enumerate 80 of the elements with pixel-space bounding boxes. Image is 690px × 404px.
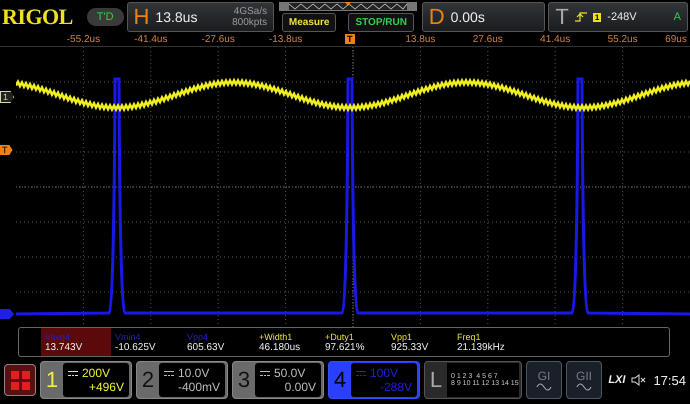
channel-scale: 50.0V <box>274 366 306 380</box>
time-axis-label: 55.2us <box>608 34 638 45</box>
channel-button[interactable]: 1 200V +496V <box>40 361 132 399</box>
channel-number: 3 <box>236 367 252 393</box>
time-axis-label: -41.4us <box>134 34 168 45</box>
trigger-status: T'D <box>86 8 124 26</box>
channel-scale: 100V <box>370 366 398 380</box>
channel-number: 1 <box>44 367 60 393</box>
dc-coupling-icon <box>260 370 270 376</box>
trigger-level-marker: T <box>0 145 12 155</box>
measurement-item[interactable]: Vpp1 925.33V <box>387 328 453 356</box>
generator-button[interactable]: GI <box>526 361 562 399</box>
channel-offset: -400mV <box>176 380 220 394</box>
dc-coupling-icon <box>356 370 366 376</box>
time-axis-label: -55.2us <box>66 34 100 45</box>
channel-offset: -288V <box>378 380 412 394</box>
time-axis-label: 13.8us <box>405 34 436 45</box>
channel-offset: +496V <box>88 380 124 394</box>
trigger-label: T <box>555 4 569 30</box>
channel-scale: 10.0V <box>178 366 210 380</box>
soft-button[interactable]: STOP/RUN <box>348 13 414 32</box>
measurement-name: +Duty1 <box>325 332 355 342</box>
trigger-level: -248V <box>607 11 637 23</box>
trigger-mode: A <box>674 11 681 23</box>
delay-value: 0.00s <box>450 9 485 25</box>
measurement-value: 97.621% <box>325 342 366 352</box>
measurement-value: 925.33V <box>391 342 430 352</box>
generator-button[interactable]: GII <box>566 361 602 399</box>
channel-button[interactable]: 2 10.0V -400mV <box>136 361 228 399</box>
sample-rate: 4GSa/s <box>232 6 268 17</box>
measurement-item[interactable]: Vmin4 -10.625V <box>111 328 183 356</box>
brand-logo: RIGOL <box>2 4 74 30</box>
measurement-item[interactable]: +Width1 46.180us <box>255 328 321 356</box>
memory-depth: 800kpts <box>232 17 268 28</box>
measurement-value: 13.743V <box>45 342 84 352</box>
trigger-position-marker: T <box>345 34 354 44</box>
timebase-value: 13.8us <box>155 9 198 25</box>
measurement-name: Freq1 <box>457 332 482 342</box>
lxi-label: LXI <box>608 374 626 386</box>
channel-number: 4 <box>332 367 348 393</box>
measurement-value: 46.180us <box>259 342 302 352</box>
sine-wave-icon <box>576 383 592 391</box>
channel-marker: 1 <box>0 91 14 103</box>
measurement-name: Vavg4 <box>45 332 71 342</box>
measurement-name: Vpp1 <box>391 332 414 342</box>
measurement-item[interactable]: +Duty1 97.621% <box>321 328 387 356</box>
measurement-name: +Width1 <box>259 332 294 342</box>
measurement-item[interactable]: Vpp4 605.63V <box>183 328 255 356</box>
speaker-muted-icon[interactable] <box>631 374 648 386</box>
measurement-value: 21.139kHz <box>457 342 506 352</box>
rising-edge-icon <box>574 12 587 22</box>
menu-button[interactable] <box>4 364 36 396</box>
clock: 17:54 <box>653 372 686 388</box>
channel-button[interactable]: 3 50.0V 0.00V <box>232 361 324 399</box>
time-axis-label: 69us <box>665 34 687 45</box>
measurement-name: Vmin4 <box>115 332 142 342</box>
trigger-source: 1 <box>592 12 602 22</box>
dc-coupling-icon <box>68 370 78 376</box>
sine-wave-icon <box>536 383 552 391</box>
measurement-value: -10.625V <box>115 342 157 352</box>
channel-scale: 200V <box>82 366 110 380</box>
channel-offset: 0.00V <box>284 380 316 394</box>
delay-label: D <box>428 4 445 30</box>
time-axis-label: 27.6us <box>472 34 503 45</box>
measurement-name: Vpp4 <box>187 332 210 342</box>
time-axis-label: -13.8us <box>268 34 302 45</box>
time-axis-label: 41.4us <box>540 34 570 45</box>
channel-number: 2 <box>140 367 156 393</box>
dc-coupling-icon <box>164 370 174 376</box>
channel-marker <box>0 309 14 319</box>
soft-button[interactable]: Measure <box>282 13 336 32</box>
trigger-panel[interactable]: T 1 -248V A <box>548 2 688 32</box>
measurement-item[interactable]: Vavg4 13.743V <box>41 328 111 356</box>
time-axis-label: -27.6us <box>202 34 235 45</box>
measurement-item[interactable]: Freq1 21.139kHz <box>453 328 519 356</box>
horizontal-panel[interactable]: H 13.8us 4GSa/s 800kpts <box>126 2 274 32</box>
logic-label: L <box>428 367 444 393</box>
horizontal-label: H <box>134 4 150 30</box>
delay-panel[interactable]: D 0.00s <box>422 2 546 32</box>
measurement-value: 605.63V <box>187 342 226 352</box>
